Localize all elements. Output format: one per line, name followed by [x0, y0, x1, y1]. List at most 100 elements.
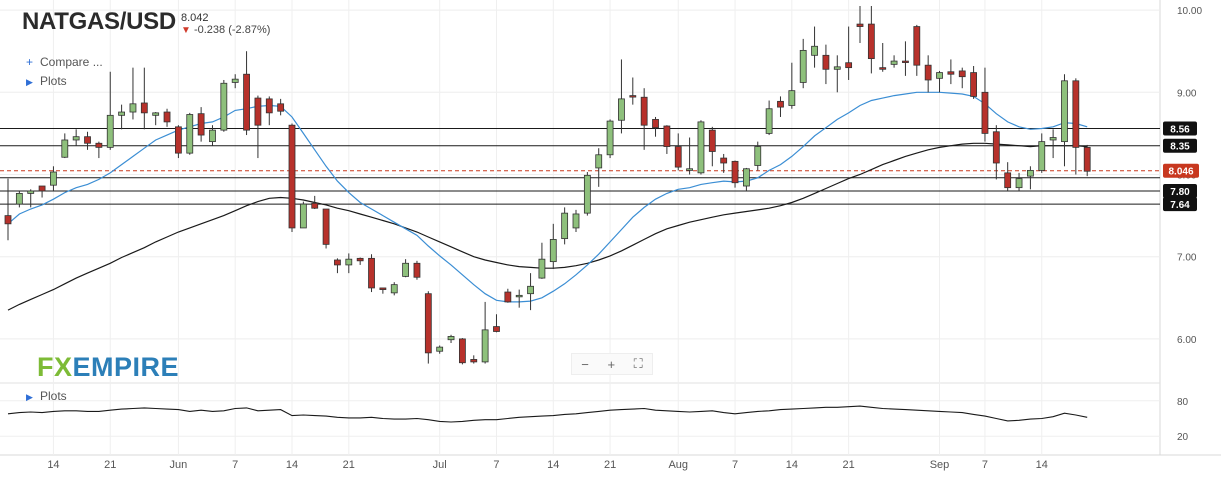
x-tick-label: 7	[493, 459, 499, 471]
candle-body	[640, 96, 648, 126]
candle-body	[1061, 80, 1068, 143]
candle-body	[50, 171, 57, 186]
candle-body	[595, 154, 603, 169]
level-tag-label: 7.80	[1170, 187, 1190, 198]
candle-body	[38, 185, 46, 192]
candle-body	[515, 294, 523, 298]
x-tick-label: 7	[732, 459, 738, 471]
symbol-title: NATGAS/USD	[22, 8, 176, 35]
oscillator-tick-label: 20	[1177, 432, 1189, 443]
candle-body	[140, 102, 148, 114]
candle-body	[913, 26, 921, 66]
candle-body	[618, 98, 625, 121]
candle-body	[220, 82, 228, 131]
candle-body	[1027, 169, 1034, 177]
candle-body	[981, 91, 989, 134]
y-tick-label: 10.00	[1177, 6, 1202, 17]
level-tag-label: 8.35	[1170, 142, 1190, 153]
candle-body	[799, 49, 807, 83]
candle-body	[902, 60, 909, 63]
lower-plots-toggle[interactable]: ▶ Plots	[26, 389, 67, 403]
price-change: ▼ -0.238 (-2.87%)	[181, 24, 270, 36]
candle-body	[254, 97, 262, 126]
candle-body	[61, 139, 69, 158]
x-tick-label: 21	[604, 459, 616, 471]
candle-body	[947, 71, 955, 75]
candle-body	[1049, 137, 1057, 141]
candle-body	[936, 72, 943, 79]
zoom-out-button[interactable]: −	[581, 357, 589, 372]
candle-body	[629, 95, 637, 98]
candle-body	[95, 142, 103, 148]
candle-body	[174, 126, 182, 154]
candle-body	[152, 112, 160, 116]
candle-body	[527, 285, 534, 295]
candle-body	[186, 114, 194, 154]
candle-body	[845, 62, 853, 69]
candle-body	[4, 215, 12, 225]
x-tick-label: 14	[786, 459, 798, 471]
candle-body	[481, 329, 489, 363]
candle-body	[447, 336, 455, 341]
candle-body	[243, 73, 250, 131]
candle-body	[970, 72, 977, 97]
candle-body	[538, 258, 546, 279]
candle-body	[697, 121, 705, 174]
x-tick-label: 21	[343, 459, 355, 471]
plus-icon: +	[26, 55, 34, 69]
candle-body	[743, 168, 750, 187]
zoom-in-button[interactable]: +	[607, 357, 615, 372]
candle-body	[402, 262, 410, 277]
x-tick-label: 14	[1036, 459, 1048, 471]
candle-body	[822, 54, 830, 70]
x-tick-label: 14	[547, 459, 559, 471]
x-tick-label: 14	[47, 459, 59, 471]
x-tick-label: Sep	[930, 459, 950, 471]
candle-body	[277, 103, 285, 112]
candle-body	[765, 108, 773, 134]
candle-body	[583, 174, 591, 214]
fxempire-logo: FXEMPIRE	[37, 352, 180, 382]
candle-body	[493, 326, 500, 332]
candle-body	[1004, 172, 1012, 189]
x-tick-label: Jul	[433, 459, 447, 471]
plots-toggle[interactable]: ▶ Plots	[26, 74, 67, 88]
candle-body	[811, 45, 818, 56]
candle-body	[992, 131, 1000, 164]
y-tick-label: 6.00	[1177, 335, 1197, 346]
candle-body	[15, 193, 23, 205]
candle-body	[299, 203, 307, 229]
candle-body	[379, 287, 387, 290]
candle-body	[856, 23, 864, 27]
candle-body	[197, 113, 205, 136]
candle-body	[686, 168, 693, 171]
price-change-value: -0.238 (-2.87%)	[193, 24, 271, 36]
candle-body	[368, 257, 375, 289]
candle-body	[345, 258, 353, 266]
plots-label: Plots	[40, 74, 67, 88]
x-tick-label: 21	[104, 459, 116, 471]
candle-body	[265, 98, 273, 114]
oscillator-tick-label: 80	[1177, 397, 1189, 408]
fit-screen-button[interactable]: ⛶	[634, 356, 643, 372]
compare-button[interactable]: + Compare ...	[26, 55, 103, 69]
candle-body	[231, 78, 239, 83]
last-price: 8.042	[181, 12, 209, 24]
candle-body	[1072, 80, 1080, 148]
x-tick-label: Aug	[668, 459, 688, 471]
arrow-down-icon: ▼	[181, 25, 191, 36]
candle-body	[606, 120, 614, 156]
candle-body	[663, 125, 671, 147]
candle-body	[163, 111, 171, 123]
candle-body	[504, 291, 512, 303]
candle-body	[84, 136, 91, 144]
candle-body	[129, 103, 137, 113]
x-tick-label: 14	[286, 459, 298, 471]
candle-body	[470, 359, 478, 363]
candle-body	[879, 67, 887, 70]
candle-body	[708, 129, 716, 152]
price-chart[interactable]: 10.009.008.007.006.001421Jun71421Jul7142…	[0, 0, 1221, 483]
y-tick-label: 7.00	[1177, 253, 1197, 264]
candle-body	[561, 212, 569, 240]
lower-plots-label: Plots	[40, 389, 67, 403]
